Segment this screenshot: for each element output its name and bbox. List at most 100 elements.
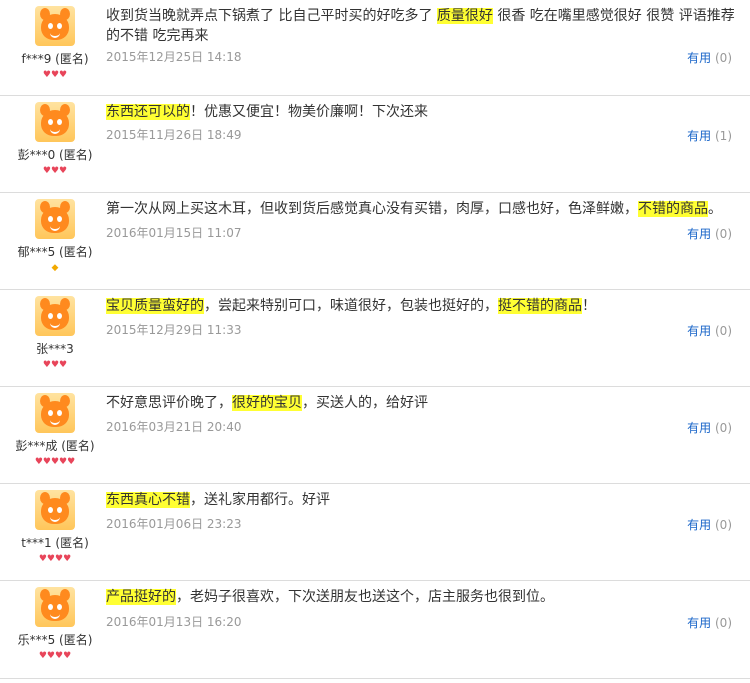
review-text: 收到货当晚就弄点下锅煮了 比自己平时买的好吃多了 质量很好 很香 吃在嘴里感觉很… bbox=[106, 6, 740, 46]
avatar[interactable] bbox=[35, 587, 75, 627]
review-keyword-highlight: 宝贝质量蛮好的 bbox=[106, 298, 204, 314]
reviewer-info: t***1 (匿名) ♥♥♥♥ bbox=[10, 490, 100, 565]
avatar-eye-left bbox=[48, 119, 53, 125]
helpful-button[interactable]: 有用 bbox=[687, 324, 711, 338]
helpful-count: (0) bbox=[715, 324, 732, 338]
avatar-eye-left bbox=[48, 313, 53, 319]
avatar[interactable] bbox=[35, 490, 75, 530]
reviewer-name: 乐***5 (匿名) bbox=[17, 633, 93, 647]
review-date: 2015年12月29日 11:33 bbox=[106, 323, 242, 337]
review-date: 2015年11月26日 18:49 bbox=[106, 128, 242, 142]
review-item: 乐***5 (匿名) ♥♥♥♥ 产品挺好的，老妈子很喜欢，下次送朋友也送这个，店主服… bbox=[0, 581, 750, 679]
review-keyword-highlight: 挺不错的商品 bbox=[498, 298, 582, 314]
reviewer-info: 彭***成 (匿名) ♥♥♥♥♥ bbox=[10, 393, 100, 468]
reviewer-level-badge: ♥♥♥♥♥ bbox=[34, 457, 76, 467]
avatar[interactable] bbox=[35, 102, 75, 142]
review-text: 第一次从网上买这木耳，但收到货后感觉真心没有买错，肉厚，口感也好，色泽鲜嫩，不错… bbox=[106, 199, 740, 219]
reviewer-name: 彭***0 (匿名) bbox=[17, 148, 93, 162]
review-date: 2016年01月15日 11:07 bbox=[106, 226, 242, 240]
avatar[interactable] bbox=[35, 393, 75, 433]
review-keyword-highlight: 很好的宝贝 bbox=[232, 395, 302, 411]
helpful-vote: 有用 (1) bbox=[687, 127, 732, 144]
review-text-segment: ，送礼家用都行。好评 bbox=[190, 492, 330, 508]
review-item: 彭***0 (匿名) ♥♥♥ 东西还可以的！优惠又便宜！物美价廉啊！下次还来 2015… bbox=[0, 96, 750, 193]
reviewer-level-badge: ♥♥♥ bbox=[42, 166, 68, 176]
helpful-vote: 有用 (0) bbox=[687, 516, 732, 533]
review-text-segment: ，老妈子很喜欢，下次送朋友也送这个，店主服务也很到位。 bbox=[176, 589, 554, 605]
helpful-vote: 有用 (0) bbox=[687, 419, 732, 436]
avatar-eye-left bbox=[48, 410, 53, 416]
helpful-button[interactable]: 有用 bbox=[687, 227, 711, 241]
helpful-vote: 有用 (0) bbox=[687, 322, 732, 339]
reviewer-info: 乐***5 (匿名) ♥♥♥♥ bbox=[10, 587, 100, 662]
reviewer-level-badge: ♥♥♥♥ bbox=[38, 554, 72, 564]
avatar[interactable] bbox=[35, 6, 75, 46]
review-item: 彭***成 (匿名) ♥♥♥♥♥ 不好意思评价晚了，很好的宝贝，买送人的，给好评 20… bbox=[0, 387, 750, 484]
review-list: f***9 (匿名) ♥♥♥ 收到货当晚就弄点下锅煮了 比自己平时买的好吃多了 质量… bbox=[0, 0, 750, 679]
review-item: f***9 (匿名) ♥♥♥ 收到货当晚就弄点下锅煮了 比自己平时买的好吃多了 质量… bbox=[0, 0, 750, 96]
avatar-eye-right bbox=[57, 507, 62, 513]
helpful-button[interactable]: 有用 bbox=[687, 616, 711, 630]
review-text-segment: 。 bbox=[708, 201, 722, 217]
review-date: 2016年01月06日 23:23 bbox=[106, 517, 242, 531]
review-keyword-highlight: 质量很好 bbox=[436, 8, 493, 24]
review-text: 宝贝质量蛮好的，尝起来特别可口，味道很好，包装也挺好的，挺不错的商品！ bbox=[106, 296, 740, 316]
avatar-eye-left bbox=[48, 604, 53, 610]
review-text-segment: 不好意思评价晚了， bbox=[106, 395, 232, 411]
review-text-segment: 收到货当晚就弄点下锅煮了 比自己平时买的好吃多了 bbox=[106, 8, 437, 24]
helpful-count: (0) bbox=[715, 51, 732, 65]
helpful-count: (0) bbox=[715, 616, 732, 630]
reviewer-name: t***1 (匿名) bbox=[21, 536, 89, 550]
avatar[interactable] bbox=[35, 296, 75, 336]
avatar-eye-right bbox=[57, 313, 62, 319]
reviewer-level-badge: ◆ bbox=[51, 263, 59, 273]
review-text: 东西还可以的！优惠又便宜！物美价廉啊！下次还来 bbox=[106, 102, 740, 122]
reviewer-info: 郁***5 (匿名) ◆ bbox=[10, 199, 100, 274]
review-text-segment: ！优惠又便宜！物美价廉啊！下次还来 bbox=[190, 104, 428, 120]
helpful-count: (0) bbox=[715, 227, 732, 241]
helpful-button[interactable]: 有用 bbox=[687, 129, 711, 143]
reviewer-name: 郁***5 (匿名) bbox=[17, 245, 93, 259]
helpful-button[interactable]: 有用 bbox=[687, 421, 711, 435]
reviewer-name: f***9 (匿名) bbox=[21, 52, 89, 66]
reviewer-name: 张***3 bbox=[36, 342, 74, 356]
avatar-eye-right bbox=[57, 604, 62, 610]
avatar-eye-right bbox=[57, 216, 62, 222]
helpful-count: (0) bbox=[715, 518, 732, 532]
avatar-eye-right bbox=[57, 23, 62, 29]
review-item: 张***3 ♥♥♥ 宝贝质量蛮好的，尝起来特别可口，味道很好，包装也挺好的，挺不错的… bbox=[0, 290, 750, 387]
review-text-segment: 第一次从网上买这木耳，但收到货后感觉真心没有买错，肉厚，口感也好，色泽鲜嫩， bbox=[106, 201, 638, 217]
helpful-vote: 有用 (0) bbox=[687, 614, 732, 631]
reviewer-level-badge: ♥♥♥ bbox=[42, 360, 68, 370]
helpful-count: (0) bbox=[715, 421, 732, 435]
review-text: 东西真心不错，送礼家用都行。好评 bbox=[106, 490, 740, 510]
reviewer-info: f***9 (匿名) ♥♥♥ bbox=[10, 6, 100, 81]
helpful-button[interactable]: 有用 bbox=[687, 518, 711, 532]
helpful-button[interactable]: 有用 bbox=[687, 51, 711, 65]
review-text-segment: ！ bbox=[582, 298, 596, 314]
review-keyword-highlight: 不错的商品 bbox=[638, 201, 708, 217]
review-date: 2015年12月25日 14:18 bbox=[106, 50, 242, 64]
review-text: 产品挺好的，老妈子很喜欢，下次送朋友也送这个，店主服务也很到位。 bbox=[106, 587, 740, 607]
helpful-count: (1) bbox=[715, 129, 732, 143]
review-date: 2016年03月21日 20:40 bbox=[106, 420, 242, 434]
avatar-eye-left bbox=[48, 23, 53, 29]
review-date: 2016年01月13日 16:20 bbox=[106, 615, 242, 629]
reviewer-info: 张***3 ♥♥♥ bbox=[10, 296, 100, 371]
avatar-eye-left bbox=[48, 507, 53, 513]
avatar[interactable] bbox=[35, 199, 75, 239]
reviewer-info: 彭***0 (匿名) ♥♥♥ bbox=[10, 102, 100, 177]
review-text: 不好意思评价晚了，很好的宝贝，买送人的，给好评 bbox=[106, 393, 740, 413]
avatar-eye-left bbox=[48, 216, 53, 222]
review-item: t***1 (匿名) ♥♥♥♥ 东西真心不错，送礼家用都行。好评 2016年01月06… bbox=[0, 484, 750, 581]
helpful-vote: 有用 (0) bbox=[687, 49, 732, 66]
helpful-vote: 有用 (0) bbox=[687, 225, 732, 242]
review-item: 郁***5 (匿名) ◆ 第一次从网上买这木耳，但收到货后感觉真心没有买错，肉厚，口… bbox=[0, 193, 750, 290]
avatar-eye-right bbox=[57, 410, 62, 416]
review-keyword-highlight: 东西真心不错 bbox=[106, 492, 190, 508]
review-text-segment: ，尝起来特别可口，味道很好，包装也挺好的， bbox=[204, 298, 498, 314]
review-text-segment: ，买送人的，给好评 bbox=[302, 395, 428, 411]
review-keyword-highlight: 东西还可以的 bbox=[106, 104, 190, 120]
reviewer-level-badge: ♥♥♥♥ bbox=[38, 651, 72, 661]
reviewer-level-badge: ♥♥♥ bbox=[42, 70, 68, 80]
